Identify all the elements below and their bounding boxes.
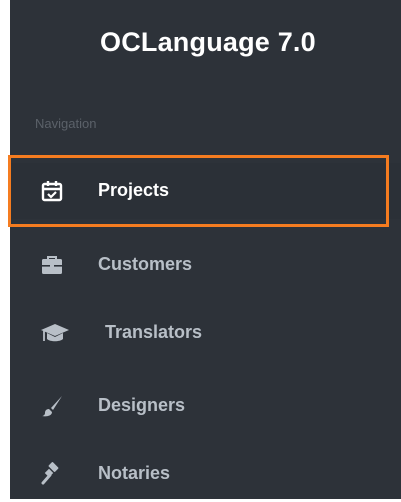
sidebar-item-designers[interactable]: Designers <box>10 378 401 434</box>
calendar-check-icon <box>40 179 64 203</box>
gavel-icon <box>40 462 64 486</box>
sidebar-item-projects[interactable]: Projects <box>10 163 401 219</box>
sidebar-item-label: Designers <box>98 395 186 415</box>
sidebar-item-notaries[interactable]: Notaries <box>10 446 401 502</box>
sidebar-item-label: Customers <box>98 254 193 274</box>
sidebar-item-label: Notaries <box>98 463 171 483</box>
app-title: OCLanguage 7.0 <box>100 27 316 57</box>
sidebar-item-translators[interactable]: Translators <box>10 305 401 361</box>
graduation-cap-icon <box>40 321 70 345</box>
sidebar-item-label: Projects <box>98 180 170 200</box>
sidebar-item-customers[interactable]: Customers <box>10 237 401 293</box>
briefcase-icon <box>40 253 64 277</box>
sidebar-item-label: Translators <box>105 322 203 342</box>
paint-brush-icon <box>40 394 64 418</box>
navigation-section-label: Navigation <box>35 116 97 131</box>
sidebar: OCLanguage 7.0 Navigation Projects Custo… <box>10 0 401 499</box>
